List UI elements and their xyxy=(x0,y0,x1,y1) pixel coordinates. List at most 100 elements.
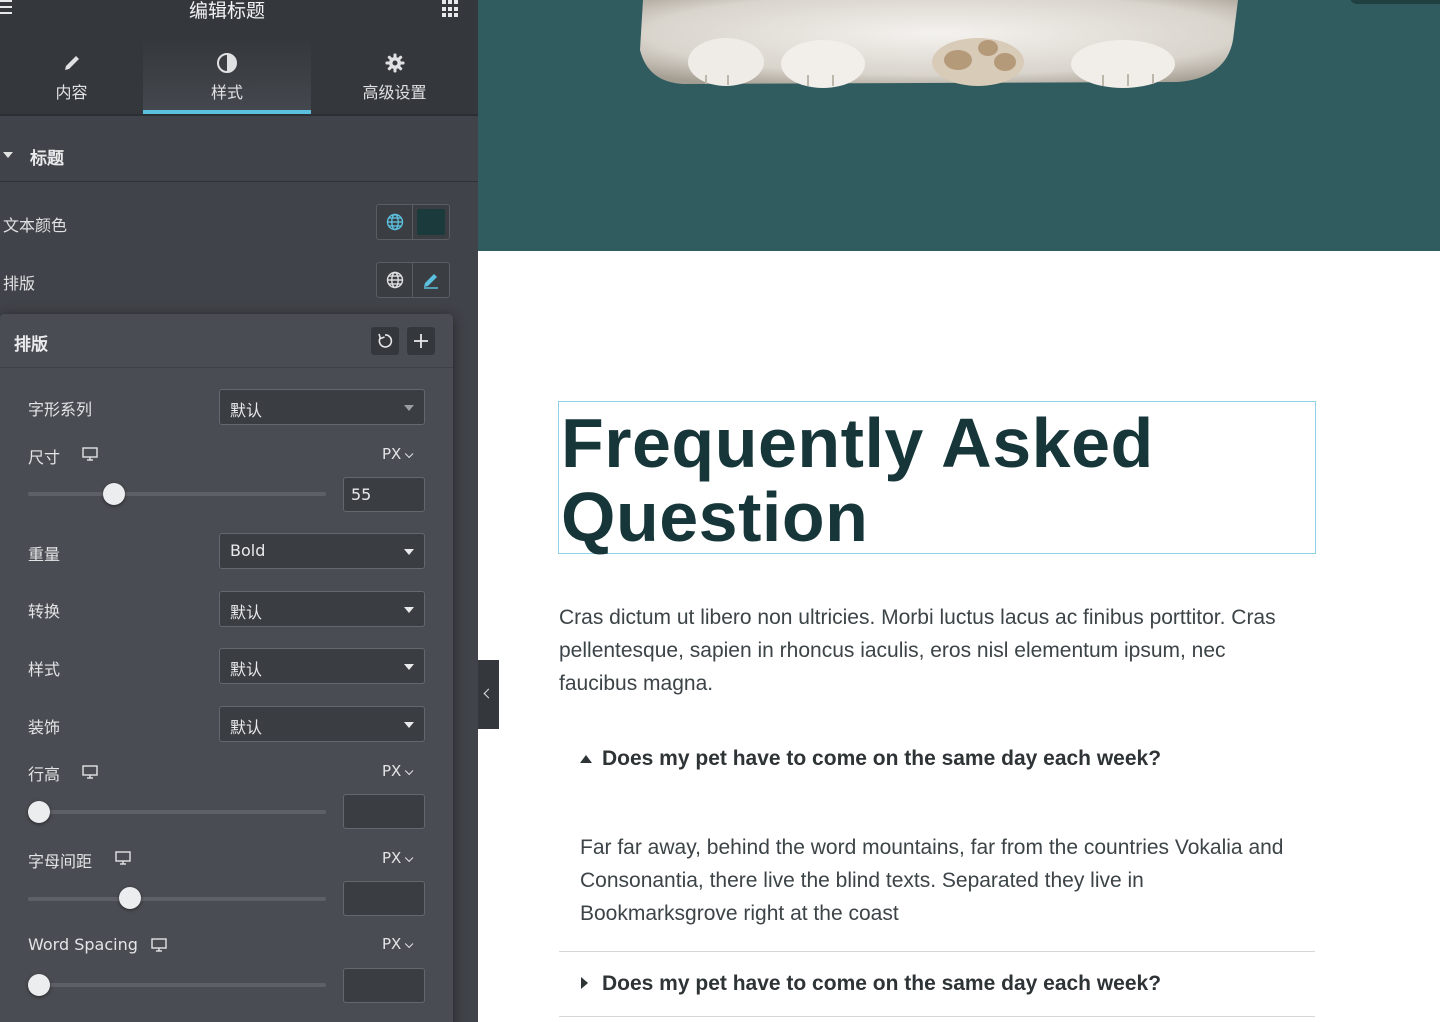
faq-question-text: Does my pet have to come on the same day… xyxy=(602,972,1162,995)
tab-label: 高级设置 xyxy=(362,83,427,102)
weight-select[interactable]: Bold xyxy=(219,533,425,569)
chevron-down-icon xyxy=(405,939,414,949)
font-family-select[interactable]: 默认 xyxy=(219,389,425,425)
transform-value: 默认 xyxy=(230,603,263,622)
tab-label: 内容 xyxy=(55,83,88,102)
desktop-icon[interactable] xyxy=(151,938,167,952)
plus-icon xyxy=(414,334,428,348)
line-height-input[interactable] xyxy=(343,794,425,829)
chevron-left-icon xyxy=(483,688,494,699)
panel-title: 编辑标题 xyxy=(188,0,265,22)
widgets-grid-icon[interactable] xyxy=(442,0,460,18)
unit-value: PX xyxy=(382,935,402,953)
page-heading: Frequently Asked Question xyxy=(561,404,1154,556)
faq-answer-1: Far far away, behind the word mountains,… xyxy=(580,836,1284,925)
letter-spacing-label: 字母间距 xyxy=(28,852,93,871)
dropdown-arrow-icon xyxy=(404,607,414,613)
line-height-slider-thumb[interactable] xyxy=(28,801,50,823)
word-spacing-input[interactable] xyxy=(343,968,425,1003)
typography-buttons xyxy=(376,262,450,298)
size-unit-select[interactable]: PX xyxy=(382,445,414,463)
font-family-value: 默认 xyxy=(230,401,263,420)
reset-icon xyxy=(378,333,393,348)
font-family-label: 字形系列 xyxy=(28,400,93,419)
caret-down-icon xyxy=(3,152,13,158)
size-slider-thumb[interactable] xyxy=(102,483,125,505)
decoration-value: 默认 xyxy=(230,718,263,737)
style-label: 样式 xyxy=(28,660,61,679)
word-spacing-slider-thumb[interactable] xyxy=(28,974,50,996)
decoration-select[interactable]: 默认 xyxy=(219,706,425,742)
style-select[interactable]: 默认 xyxy=(219,648,425,684)
global-typography-button[interactable] xyxy=(377,263,414,297)
weight-value: Bold xyxy=(230,541,266,560)
edit-typography-button[interactable] xyxy=(413,263,449,297)
typography-control: 排版 xyxy=(0,262,478,302)
popover-title: 排版 xyxy=(14,335,48,355)
word-spacing-slider-track[interactable] xyxy=(28,983,326,987)
panel-tabs: 内容 样式 高级设置 xyxy=(0,36,478,116)
add-button[interactable] xyxy=(407,327,435,355)
pencil-icon xyxy=(424,274,439,289)
intro-paragraph: Cras dictum ut libero non ultricies. Mor… xyxy=(559,606,1276,695)
letter-spacing-unit-select[interactable]: PX xyxy=(382,849,414,867)
globe-icon xyxy=(386,271,404,289)
unit-value: PX xyxy=(382,762,402,780)
typography-popover: 排版 字形系列 默认 尺寸 PX 55 重量 Bold 转换 默认 样式 默认 … xyxy=(0,314,453,1022)
gear-icon xyxy=(385,53,404,73)
tab-label: 样式 xyxy=(210,83,243,102)
contrast-icon xyxy=(217,53,237,73)
tab-content[interactable]: 内容 xyxy=(0,36,143,114)
line-height-slider-track[interactable] xyxy=(28,810,326,814)
desktop-icon[interactable] xyxy=(82,447,98,461)
size-slider-track[interactable] xyxy=(28,492,326,496)
chevron-down-icon xyxy=(405,766,414,776)
faq-question-2[interactable]: Does my pet have to come on the same day… xyxy=(580,972,1300,1002)
faq-question-text: Does my pet have to come on the same day… xyxy=(602,747,1162,770)
style-value: 默认 xyxy=(230,660,263,679)
text-color-buttons xyxy=(376,204,450,240)
tab-advanced[interactable]: 高级设置 xyxy=(311,36,478,114)
reset-button[interactable] xyxy=(371,327,399,355)
letter-spacing-slider-track[interactable] xyxy=(28,897,326,901)
line-height-unit-select[interactable]: PX xyxy=(382,762,414,780)
dropdown-arrow-icon xyxy=(404,722,414,728)
size-input[interactable]: 55 xyxy=(343,477,425,512)
faq-divider xyxy=(559,951,1315,952)
unit-value: PX xyxy=(382,849,402,867)
weight-label: 重量 xyxy=(28,545,61,564)
chevron-down-icon xyxy=(405,853,414,863)
desktop-icon[interactable] xyxy=(82,765,98,779)
text-color-control: 文本颜色 xyxy=(0,204,478,244)
word-spacing-unit-select[interactable]: PX xyxy=(382,935,414,953)
transform-select[interactable]: 默认 xyxy=(219,591,425,627)
chevron-down-icon xyxy=(405,449,414,459)
typography-label: 排版 xyxy=(3,274,36,293)
line-height-label: 行高 xyxy=(28,765,61,784)
global-color-button[interactable] xyxy=(377,205,414,239)
decoration-label: 装饰 xyxy=(28,718,61,737)
size-label: 尺寸 xyxy=(28,448,61,467)
puppy-paws-image xyxy=(640,0,1238,88)
collapse-panel-button[interactable] xyxy=(478,660,499,729)
dropdown-arrow-icon xyxy=(404,664,414,670)
caret-right-icon xyxy=(581,977,588,989)
toolbar-handle xyxy=(1350,0,1440,4)
caret-up-icon xyxy=(580,755,592,763)
text-color-label: 文本颜色 xyxy=(3,216,68,235)
letter-spacing-slider-thumb[interactable] xyxy=(119,887,142,909)
word-spacing-label: Word Spacing xyxy=(28,935,138,954)
panel-header: 编辑标题 xyxy=(0,0,478,36)
editor-panel: 编辑标题 内容 样式 高级设置 标题 文本颜色 排版 排版 字形系列 默认 尺寸… xyxy=(0,0,478,1022)
tab-style[interactable]: 样式 xyxy=(143,36,311,114)
globe-icon xyxy=(386,213,404,231)
color-swatch xyxy=(417,209,446,235)
faq-divider xyxy=(559,1016,1315,1017)
letter-spacing-input[interactable] xyxy=(343,881,425,916)
color-picker-button[interactable] xyxy=(413,205,449,239)
selected-heading-widget[interactable]: Frequently Asked Question xyxy=(558,401,1316,554)
popover-header: 排版 xyxy=(0,314,453,368)
faq-question-1[interactable]: Does my pet have to come on the same day… xyxy=(580,747,1300,777)
desktop-icon[interactable] xyxy=(115,851,131,865)
section-title-toggle[interactable]: 标题 xyxy=(0,128,478,182)
